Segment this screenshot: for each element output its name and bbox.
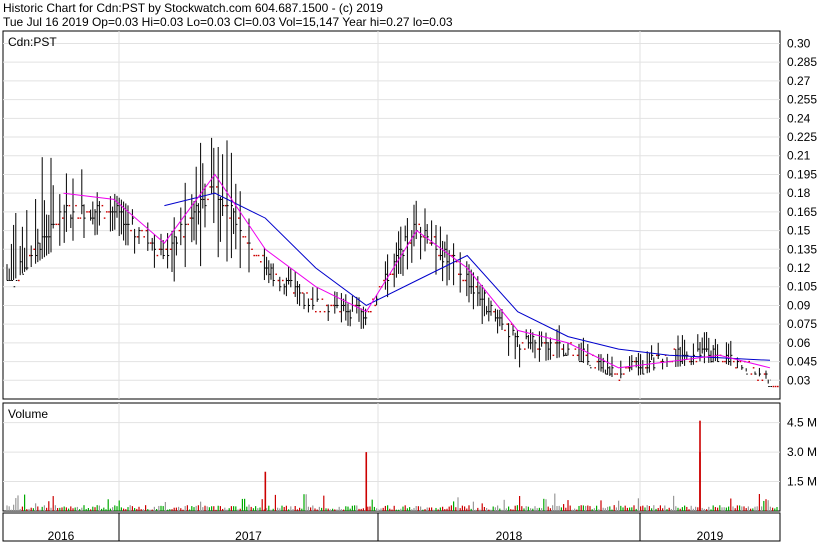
volume-tick-label: 3.0 M	[787, 445, 817, 459]
year-tick-label: 2016	[48, 529, 75, 543]
price-tick-label: 0.21	[787, 149, 811, 163]
price-tick-label: 0.195	[787, 167, 817, 181]
price-tick-label: 0.03	[787, 373, 811, 387]
price-tick-label: 0.27	[787, 74, 811, 88]
price-tick-label: 0.09	[787, 298, 811, 312]
volume-tick-label: 4.5 M	[787, 416, 817, 430]
price-tick-label: 0.165	[787, 205, 817, 219]
year-tick-label: 2018	[496, 529, 523, 543]
price-tick-label: 0.045	[787, 355, 817, 369]
price-tick-label: 0.18	[787, 186, 811, 200]
symbol-label: Cdn:PST	[8, 35, 57, 49]
volume-panel	[2, 402, 781, 512]
price-tick-label: 0.24	[787, 111, 811, 125]
year-tick-label: 2017	[235, 529, 262, 543]
price-tick-label: 0.225	[787, 130, 817, 144]
price-tick-label: 0.075	[787, 317, 817, 331]
price-tick-label: 0.06	[787, 336, 811, 350]
price-tick-label: 0.105	[787, 280, 817, 294]
volume-label: Volume	[8, 407, 48, 421]
price-tick-label: 0.285	[787, 55, 817, 69]
stock-chart: 0.30 0.285 0.27 0.255 0.24 0.225 0.21 0.195 0.18…	[2, 30, 817, 543]
price-axis: 0.30 0.285 0.27 0.255 0.24 0.225 0.21 0.195 0.18…	[787, 36, 817, 387]
price-tick-label: 0.12	[787, 261, 811, 275]
x-axis-panel	[2, 512, 781, 542]
price-tick-label: 0.135	[787, 242, 817, 256]
volume-axis: 4.5 M 3.0 M 1.5 M	[787, 416, 817, 489]
price-tick-label: 0.255	[787, 93, 817, 107]
year-tick-label: 2019	[697, 529, 724, 543]
price-tick-label: 0.30	[787, 36, 811, 50]
volume-tick-label: 1.5 M	[787, 475, 817, 489]
price-tick-label: 0.15	[787, 224, 811, 238]
